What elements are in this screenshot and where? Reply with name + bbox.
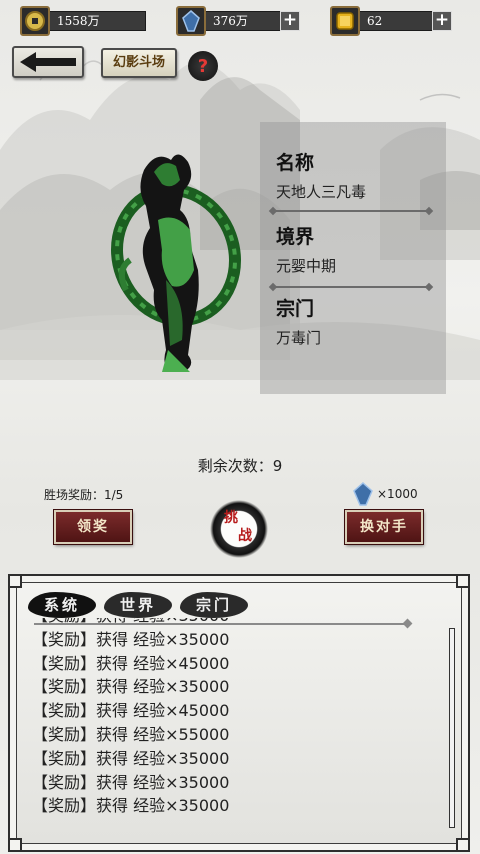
list-item: 【奖励】获得 经验×35000 <box>32 677 230 697</box>
spirit-stone-coin-icon <box>20 6 50 36</box>
add-blue-crystals-button[interactable]: + <box>280 11 300 31</box>
list-item: 【奖励】获得 经验×55000 <box>32 724 230 744</box>
resource-blue-crystals: 376万 + <box>176 6 302 36</box>
add-gold-ingots-button[interactable]: + <box>432 11 452 31</box>
spirit-stones-value: 1558万 <box>46 11 146 31</box>
info-divider <box>272 210 430 212</box>
list-item: 【奖励】获得 经验×35000 <box>32 748 230 768</box>
claim-reward-button[interactable]: 领奖 <box>53 509 133 545</box>
arena-title-button[interactable]: 幻影斗场 <box>101 48 177 78</box>
info-divider <box>272 286 430 288</box>
message-list[interactable]: 【奖励】获得 经验×35000 【奖励】获得 经验×35000 【奖励】获得 经… <box>32 618 432 842</box>
resource-gold-ingots: 62 + <box>330 6 456 36</box>
blue-crystals-value: 376万 <box>202 11 284 31</box>
reward-prize: ×1000 <box>352 482 418 506</box>
question-mark-icon: ? <box>197 55 209 77</box>
challenge-button[interactable]: 挑 战 <box>206 496 272 562</box>
blue-crystal-icon <box>353 482 373 506</box>
list-item: 【奖励】获得 经验×35000 <box>32 796 230 816</box>
realm-label: 境界 <box>276 226 315 248</box>
chat-tabs: 系统 世界 宗门 <box>28 592 248 618</box>
panel-corner <box>8 838 22 852</box>
panel-corner <box>8 574 22 588</box>
left-arrow-icon <box>20 52 76 72</box>
panel-corner <box>456 838 470 852</box>
sect-label: 宗门 <box>276 298 315 320</box>
prize-amount: ×1000 <box>377 487 418 501</box>
gold-ingots-value: 62 <box>356 11 438 31</box>
blue-crystal-icon <box>176 6 206 36</box>
tab-sect[interactable]: 宗门 <box>180 592 248 618</box>
resource-spirit-stones: 1558万 <box>20 6 146 36</box>
panel-corner <box>456 574 470 588</box>
help-button[interactable]: ? <box>188 51 218 81</box>
list-item: 【奖励】获得 经验×35000 <box>32 629 230 649</box>
change-opponent-button[interactable]: 换对手 <box>344 509 424 545</box>
list-item: 【奖励】获得 经验×35000 <box>32 772 230 792</box>
opponent-name: 天地人三凡毒 <box>276 183 367 201</box>
gold-ingot-icon <box>330 6 360 36</box>
message-scrollbar[interactable] <box>449 628 455 828</box>
list-item: 【奖励】获得 经验×45000 <box>32 701 230 721</box>
tab-world[interactable]: 世界 <box>104 592 172 618</box>
remaining-attempts: 剩余次数：9 <box>197 457 283 475</box>
back-button[interactable] <box>12 46 84 78</box>
win-reward-progress: 胜场奖励：1/5 <box>44 488 124 502</box>
message-log-panel: 系统 世界 宗门 【奖励】获得 经验×35000 【奖励】获得 经验×35000… <box>8 574 470 852</box>
name-label: 名称 <box>276 152 315 174</box>
list-item: 【奖励】获得 经验×35000 <box>32 618 432 628</box>
tab-system[interactable]: 系统 <box>28 592 96 618</box>
opponent-silhouette <box>111 154 241 372</box>
opponent-realm: 元婴中期 <box>276 257 337 275</box>
challenge-label-top: 挑 <box>224 510 238 526</box>
list-item: 【奖励】获得 经验×45000 <box>32 653 230 673</box>
opponent-sect: 万毒门 <box>276 329 322 347</box>
challenge-label-bottom: 战 <box>238 528 252 544</box>
opponent-info-panel: 名称 天地人三凡毒 境界 元婴中期 宗门 万毒门 <box>260 122 446 394</box>
